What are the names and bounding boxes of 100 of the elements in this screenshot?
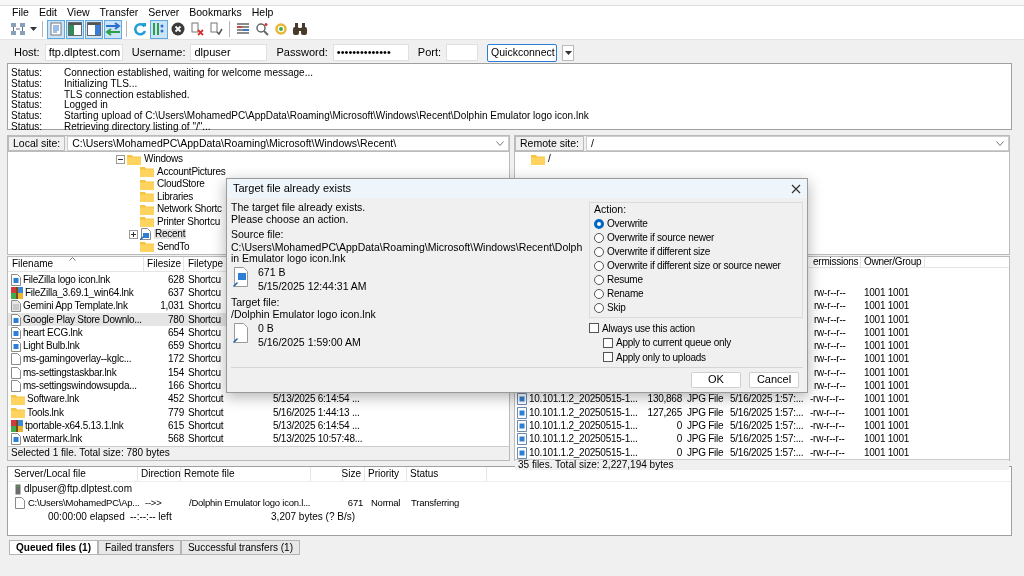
file-owner: 1001 1001 [864,380,910,391]
priority: Normal [371,497,401,509]
file-name: 10.101.1.2_20250515-1... [529,420,638,431]
section-label: Target file: [231,295,280,308]
file-permissions: rw-r--r-- [814,340,846,352]
field-label: Port: [417,47,442,58]
dialog-title: Target file already exists [233,182,351,195]
file-type: Shortcu [188,366,221,378]
file-type: JPG File [687,433,724,445]
group-label: Action: [594,204,628,216]
file-size: 452 [168,394,184,405]
file-permissions: rw-r--r-- [814,326,846,338]
file-permissions: rw-r--r-- [814,300,846,312]
file-modified: 5/16/2025 1:57:... [730,433,804,445]
file-name: Tools.lnk [27,407,64,418]
file-modified: 5/13/2025 6:14:54 ... [273,419,360,431]
file-name: heart ECG.lnk [23,327,83,338]
file-size: 172 [168,354,184,365]
site-label: Local site: [8,136,66,151]
file-size: 0 [676,447,682,458]
file-owner: 1001 1001 [864,340,910,352]
log-type: Status: [11,111,44,122]
file-permissions: -rw-r--r-- [810,419,845,431]
file-permissions: -rw-r--r-- [810,433,845,445]
file-type: JPG File [687,419,724,431]
file-modified: 5/16/2025 1:57:... [730,406,804,418]
file-type: JPG File [687,446,724,458]
file-permissions: rw-r--r-- [814,380,846,391]
file-name: tportable-x64.5.13.1.lnk [25,420,124,431]
log-type: Status: [11,121,44,132]
file-owner: 1001 1001 [864,419,910,431]
file-size: 166 [168,381,184,392]
file-type: Shortcut [188,406,224,418]
file-name: 10.101.1.2_20250515-1... [529,434,638,445]
dialog-message: Please choose an action. [231,213,350,225]
log-type: Status: [11,79,44,90]
file-owner: 1001 1001 [864,366,910,378]
site-label: Remote site: [515,136,584,151]
file-size: 0 [676,434,682,445]
direction: -->> [145,497,162,509]
file-type: Shortcu [188,273,221,285]
file-name: FileZilla_3.69.1_win64.lnk [25,287,134,298]
file-modified: 5/16/2025 1:44:13 ... [273,406,360,418]
file-name: ms-settingstaskbar.lnk [23,367,117,378]
file-name: Light Bulb.lnk [23,341,80,352]
file-name: 10.101.1.2_20250515-1... [529,407,638,418]
file-owner: 1001 1001 [864,446,910,458]
file-owner: 1001 1001 [864,313,910,325]
file-name: 10.101.1.2_20250515-1... [529,447,638,458]
dialog-message: The target file already exists. [231,202,367,214]
log-message: Retrieving directory listing of "/"... [64,121,211,132]
file-owner: 1001 1001 [864,300,910,312]
file-type: JPG File [687,393,724,405]
file-name: ms-settingswindowsupda... [23,381,137,392]
file-size: 0 [676,420,682,431]
file-name: Gemini App Template.lnk [23,301,128,312]
file-size: 130,868 [647,394,682,405]
file-name: FileZilla logo icon.lnk [23,274,111,285]
file-size: 154 [168,367,184,378]
server-name: dlpuser@ftp.dlptest.com [24,484,132,494]
file-type: Shortcu [188,353,221,365]
transfer-status: Transferring [411,497,459,509]
file-name: watermark.lnk [23,434,82,445]
file-permissions: rw-r--r-- [814,313,846,325]
file-modified: 5/13/2025 10:57:48... [273,433,363,445]
file-permissions: -rw-r--r-- [810,446,845,458]
file-owner: 1001 1001 [864,393,910,405]
file-size: 568 [168,434,184,445]
file-modified: 5/16/2025 1:57:... [730,393,804,405]
file-owner: 1001 1001 [864,433,910,445]
file-type: Shortcu [188,300,221,312]
file-name: ms-gamingoverlay--kglc... [23,354,132,365]
file-owner: 1001 1001 [864,326,910,338]
file-modified: 5/13/2025 6:14:54 ... [273,393,360,405]
file-type: Shortcu [188,313,221,325]
file-permissions: rw-r--r-- [814,286,846,298]
log-message: Initializing TLS... [64,79,138,90]
file-date: 5/15/2025 12:44:31 AM [258,281,367,293]
file-size: 0 B [258,322,275,334]
file-type: Shortcut [188,393,224,405]
log-message: TLS connection established. [64,89,190,100]
elapsed-time: 00:00:00 elapsed [48,511,125,522]
section-label: Source file: [231,228,284,240]
file-modified: 5/16/2025 1:57:... [730,446,804,458]
file-owner: 1001 1001 [864,286,910,298]
file-size: 1,031 [160,301,184,312]
transfer-size: 671 [347,498,363,508]
file-owner: 1001 1001 [864,406,910,418]
file-type: JPG File [687,406,724,418]
file-date: 5/16/2025 1:59:00 AM [258,337,361,349]
log-type: Status: [11,68,44,79]
log-type: Status: [11,100,44,111]
log-message: Logged in [64,100,108,111]
file-size: 779 [168,407,184,418]
file-name: 10.101.1.2_20250515-1... [529,394,638,405]
field-label: Password: [276,47,328,58]
file-size: 780 [168,314,184,325]
file-name: Software.lnk [27,394,80,405]
log-message: Connection established, waiting for welcome message... [64,68,314,79]
status-text: Selected 1 file. Total size: 780 bytes [11,448,170,459]
